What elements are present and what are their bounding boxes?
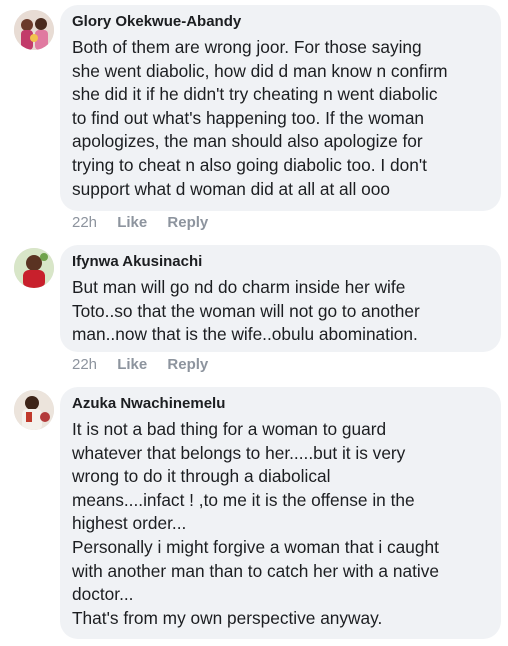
comment-actions: 22h Like Reply bbox=[72, 356, 224, 376]
comment-timestamp[interactable]: 22h bbox=[72, 214, 97, 231]
comment-author[interactable]: Ifynwa Akusinachi bbox=[72, 253, 489, 271]
comment-text: Both of them are wrong joor. For those s… bbox=[72, 37, 448, 199]
comment-timestamp[interactable]: 22h bbox=[72, 356, 97, 373]
reply-button[interactable]: Reply bbox=[167, 214, 208, 231]
comment-author[interactable]: Azuka Nwachinemelu bbox=[72, 395, 489, 413]
avatar[interactable] bbox=[14, 10, 54, 50]
comment-text: It is not a bad thing for a woman to gua… bbox=[72, 419, 439, 628]
comment-text: But man will go nd do charm inside her w… bbox=[72, 277, 420, 345]
comment-bubble: Azuka Nwachinemelu It is not a bad thing… bbox=[60, 387, 501, 639]
reply-button[interactable]: Reply bbox=[167, 356, 208, 373]
profile-photo-icon bbox=[14, 390, 54, 430]
like-button[interactable]: Like bbox=[117, 356, 147, 373]
comments-thread: Glory Okekwue-Abandy Both of them are wr… bbox=[0, 0, 508, 646]
comment-actions: 22h Like Reply bbox=[72, 214, 224, 234]
profile-photo-icon bbox=[14, 10, 54, 50]
like-button[interactable]: Like bbox=[117, 214, 147, 231]
comment-author[interactable]: Glory Okekwue-Abandy bbox=[72, 13, 489, 31]
comment-bubble: Glory Okekwue-Abandy Both of them are wr… bbox=[60, 5, 501, 211]
avatar[interactable] bbox=[14, 390, 54, 430]
avatar[interactable] bbox=[14, 248, 54, 288]
comment-bubble: Ifynwa Akusinachi But man will go nd do … bbox=[60, 245, 501, 352]
profile-photo-icon bbox=[14, 248, 54, 288]
